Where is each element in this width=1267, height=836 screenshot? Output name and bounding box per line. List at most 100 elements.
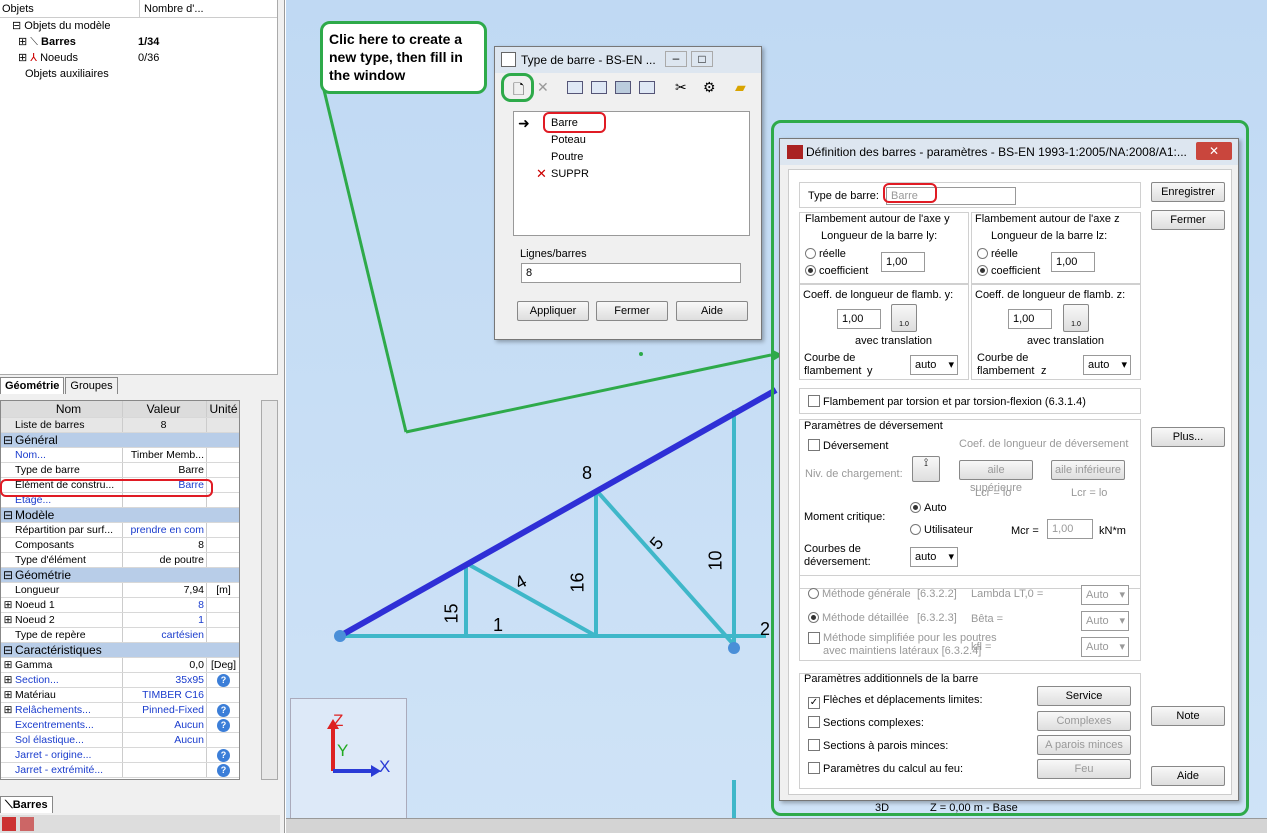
tree-aux[interactable]: Objets auxiliaires bbox=[0, 66, 277, 82]
list-item[interactable]: Poutre bbox=[551, 151, 583, 163]
grid-row-nom[interactable]: Nom... Timber Memb... bbox=[1, 448, 239, 463]
help-icon[interactable]: ? bbox=[217, 764, 230, 777]
feu-button[interactable]: Feu bbox=[1037, 759, 1131, 779]
grid-row-rel[interactable]: ⊞ Relâchements... Pinned-Fixed? bbox=[1, 703, 239, 718]
radio-user[interactable]: Utilisateur bbox=[910, 524, 973, 536]
help-button[interactable]: Aide bbox=[676, 301, 748, 321]
more-button[interactable]: Plus... bbox=[1151, 427, 1225, 447]
curve-z-select[interactable]: auto bbox=[1083, 355, 1131, 375]
close-def-button[interactable]: Fermer bbox=[1151, 210, 1225, 230]
radio-coef-z[interactable]: coefficient bbox=[977, 265, 1040, 277]
kfl-select[interactable]: Auto bbox=[1081, 637, 1129, 657]
coeff-y-input[interactable]: 1,00 bbox=[837, 309, 881, 329]
spm-checkbox[interactable]: Sections à parois minces: bbox=[808, 739, 948, 752]
grid-row-longueur[interactable]: Longueur 7,94 [m] bbox=[1, 583, 239, 598]
def-window-titlebar[interactable]: Définition des barres - paramètres - BS-… bbox=[780, 139, 1238, 165]
dev-curve-select[interactable]: auto bbox=[910, 547, 958, 567]
tab-geometry[interactable]: Géométrie bbox=[0, 377, 65, 394]
note-button[interactable]: Note bbox=[1151, 706, 1225, 726]
close-icon[interactable]: ✕ bbox=[1196, 142, 1232, 160]
view-list-icon[interactable] bbox=[567, 81, 583, 94]
help-def-button[interactable]: Aide bbox=[1151, 766, 1225, 786]
grid-row-je[interactable]: Jarret - extrémité...? bbox=[1, 763, 239, 778]
buckling-y-icon[interactable]: 1.0 bbox=[891, 304, 917, 332]
mcr-input[interactable]: 1,00 bbox=[1047, 519, 1093, 539]
tab-groups[interactable]: Groupes bbox=[65, 377, 118, 394]
grid-row-type[interactable]: Type de barre Barre bbox=[1, 463, 239, 478]
tree-item-barres[interactable]: ⊞ ⟍ Barres 1/34 bbox=[0, 34, 277, 50]
grid-row-jo[interactable]: Jarret - origine...? bbox=[1, 748, 239, 763]
radio-general[interactable]: Méthode générale bbox=[808, 588, 911, 600]
curve-y-select[interactable]: auto bbox=[910, 355, 958, 375]
grid-row-gamma[interactable]: ⊞ Gamma 0,0 [Deg] bbox=[1, 658, 239, 673]
list-item[interactable]: Poteau bbox=[551, 134, 586, 146]
help-icon[interactable]: ? bbox=[217, 719, 230, 732]
radio-detail[interactable]: Méthode détaillée bbox=[808, 612, 909, 624]
grid-row-sol[interactable]: Sol élastique... Aucun bbox=[1, 733, 239, 748]
service-button[interactable]: Service bbox=[1037, 686, 1131, 706]
load-level-icon[interactable]: ⟟ bbox=[912, 456, 940, 482]
top-flange-button[interactable]: aile supérieure bbox=[959, 460, 1033, 494]
save-button[interactable]: Enregistrer bbox=[1151, 182, 1225, 202]
toolbar-icon[interactable] bbox=[20, 817, 34, 831]
properties-icon[interactable]: ⚙ bbox=[703, 79, 716, 96]
minimize-button[interactable]: – bbox=[665, 51, 687, 67]
lambda-select[interactable]: Auto bbox=[1081, 585, 1129, 605]
dev-checkbox[interactable]: Déversement bbox=[808, 439, 888, 452]
view-grid-icon[interactable] bbox=[615, 81, 631, 94]
grid-row-section[interactable]: ⊞ Section... 35x95? bbox=[1, 673, 239, 688]
lines-input[interactable]: 8 bbox=[521, 263, 741, 283]
close-button[interactable]: Fermer bbox=[596, 301, 668, 321]
fleches-checkbox[interactable]: ✓ Flèches et déplacements limites: bbox=[808, 694, 983, 709]
tree-col-objects[interactable]: Objets bbox=[2, 0, 139, 17]
grid-row-repere[interactable]: Type de repère cartésien bbox=[1, 628, 239, 643]
help-icon[interactable]: ? bbox=[217, 749, 230, 762]
type-window-titlebar[interactable]: Type de barre - BS-EN ... – □ bbox=[495, 47, 761, 73]
help-icon[interactable]: ? bbox=[217, 704, 230, 717]
coeff-z-input[interactable]: 1,00 bbox=[1008, 309, 1052, 329]
complexes-button[interactable]: Complexes bbox=[1037, 711, 1131, 731]
radio-reelle-z[interactable]: réelle bbox=[977, 248, 1018, 260]
grid-row-repart[interactable]: Répartition par surf... prendre en com bbox=[1, 523, 239, 538]
view-table-icon[interactable] bbox=[639, 81, 655, 94]
coef-y-input[interactable]: 1,00 bbox=[881, 252, 925, 272]
torsion-checkbox[interactable]: Flambement par torsion et par torsion-fl… bbox=[808, 395, 1086, 408]
feu-checkbox[interactable]: Paramètres du calcul au feu: bbox=[808, 762, 963, 775]
tree-item-noeuds[interactable]: ⊞ ⅄ Noeuds 0/36 bbox=[0, 50, 277, 66]
section-car[interactable]: ⊟ Caractéristiques bbox=[1, 643, 239, 658]
radio-reelle-y[interactable]: réelle bbox=[805, 248, 846, 260]
section-model[interactable]: ⊟ Modèle bbox=[1, 508, 239, 523]
apply-button[interactable]: Appliquer bbox=[517, 301, 589, 321]
coef-z-input[interactable]: 1,00 bbox=[1051, 252, 1095, 272]
help-icon[interactable]: ? bbox=[217, 674, 230, 687]
folder-icon[interactable]: ▰ bbox=[735, 79, 746, 96]
radio-coef-y[interactable]: coefficient bbox=[805, 265, 868, 277]
simplified-checkbox[interactable] bbox=[808, 632, 823, 645]
section-geometry[interactable]: ⊟ Géométrie bbox=[1, 568, 239, 583]
grid-row-n2[interactable]: ⊞ Noeud 21 bbox=[1, 613, 239, 628]
delete-icon[interactable]: ✕ bbox=[537, 79, 549, 96]
grid-scrollbar[interactable] bbox=[261, 400, 278, 780]
grid-row-exc[interactable]: Excentrements... Aucun? bbox=[1, 718, 239, 733]
beta-select[interactable]: Auto bbox=[1081, 611, 1129, 631]
grid-row-list[interactable]: Liste de barres 8 bbox=[1, 418, 239, 433]
tree-root[interactable]: ⊟ Objets du modèle bbox=[0, 18, 277, 34]
section-general[interactable]: ⊟ Général bbox=[1, 433, 239, 448]
radio-auto[interactable]: Auto bbox=[910, 502, 947, 514]
grid-row-comp[interactable]: Composants 8 bbox=[1, 538, 239, 553]
grid-row-n1[interactable]: ⊞ Noeud 18 bbox=[1, 598, 239, 613]
list-item[interactable]: SUPPR bbox=[551, 168, 589, 180]
type-window: Type de barre - BS-EN ... – □ 🗋 ✕ ✂ ⚙ ▰ … bbox=[494, 46, 762, 340]
grid-row-mat[interactable]: ⊞ Matériau TIMBER C16 bbox=[1, 688, 239, 703]
buckling-z-icon[interactable]: 1.0 bbox=[1063, 304, 1089, 332]
toolbar-icon[interactable] bbox=[2, 817, 16, 831]
parois-button[interactable]: A parois minces bbox=[1037, 735, 1131, 755]
grid-row-typeel[interactable]: Type d'élément de poutre bbox=[1, 553, 239, 568]
maximize-button[interactable]: □ bbox=[691, 51, 713, 67]
tab-barres[interactable]: ⟍Barres bbox=[0, 796, 53, 813]
view-detail-icon[interactable] bbox=[591, 81, 607, 94]
cut-icon[interactable]: ✂ bbox=[675, 79, 687, 96]
sc-checkbox[interactable]: Sections complexes: bbox=[808, 716, 924, 729]
tree-col-count[interactable]: Nombre d'... bbox=[139, 0, 204, 17]
bottom-flange-button[interactable]: aile inférieure bbox=[1051, 460, 1125, 480]
